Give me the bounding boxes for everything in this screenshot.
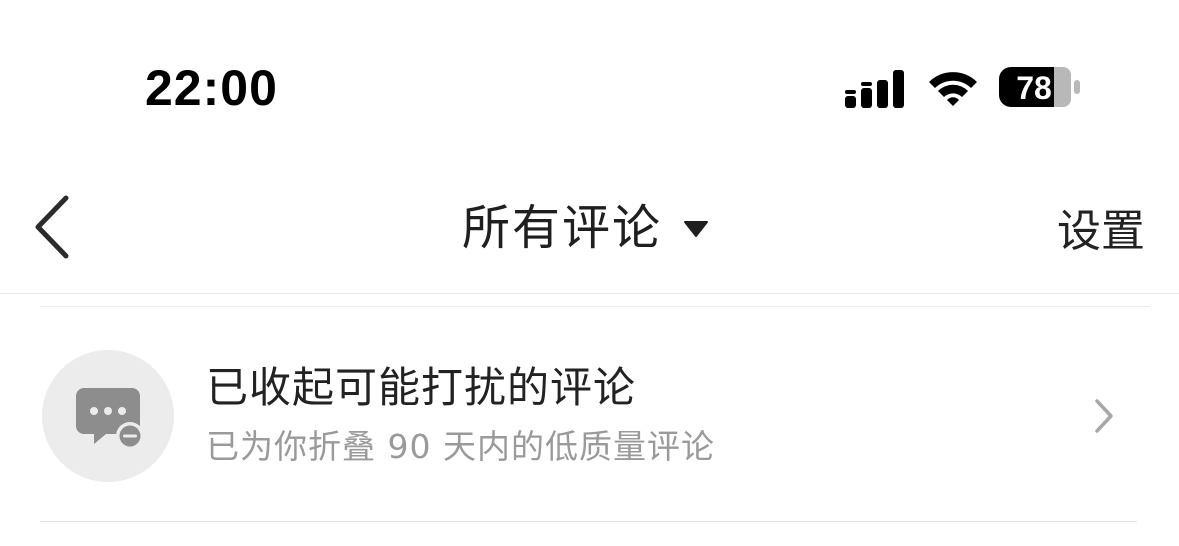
wifi-icon bbox=[929, 72, 977, 106]
chevron-right-icon bbox=[1095, 399, 1113, 433]
caret-down-icon bbox=[684, 221, 708, 237]
back-button[interactable] bbox=[28, 190, 78, 264]
comment-filter-dropdown[interactable]: 所有评论 bbox=[420, 196, 750, 260]
page-title: 所有评论 bbox=[461, 200, 662, 256]
chevron-left-icon bbox=[35, 195, 69, 259]
folded-comments-avatar bbox=[42, 350, 174, 482]
folded-comments-row[interactable]: 已收起可能打扰的评论 已为你折叠 90 天内的低质量评论 bbox=[0, 330, 1179, 500]
signal-icon bbox=[845, 70, 904, 108]
status-time: 22:00 bbox=[145, 60, 278, 116]
header-divider bbox=[0, 293, 1179, 294]
settings-button[interactable]: 设置 bbox=[1057, 200, 1145, 264]
folded-comments-subtitle: 已为你折叠 90 天内的低质量评论 bbox=[206, 427, 715, 466]
battery-icon: 78 bbox=[998, 66, 1082, 110]
screen: 22:00 78 所有评论 设置 已收起可能打扰的评论 已为你折叠 90 天内的… bbox=[0, 0, 1179, 546]
section-divider bbox=[40, 306, 1150, 307]
row-divider bbox=[40, 521, 1137, 522]
folded-comments-title: 已收起可能打扰的评论 bbox=[206, 363, 637, 412]
comment-collapsed-icon bbox=[76, 388, 144, 450]
battery-level-text: 78 bbox=[1016, 70, 1052, 106]
